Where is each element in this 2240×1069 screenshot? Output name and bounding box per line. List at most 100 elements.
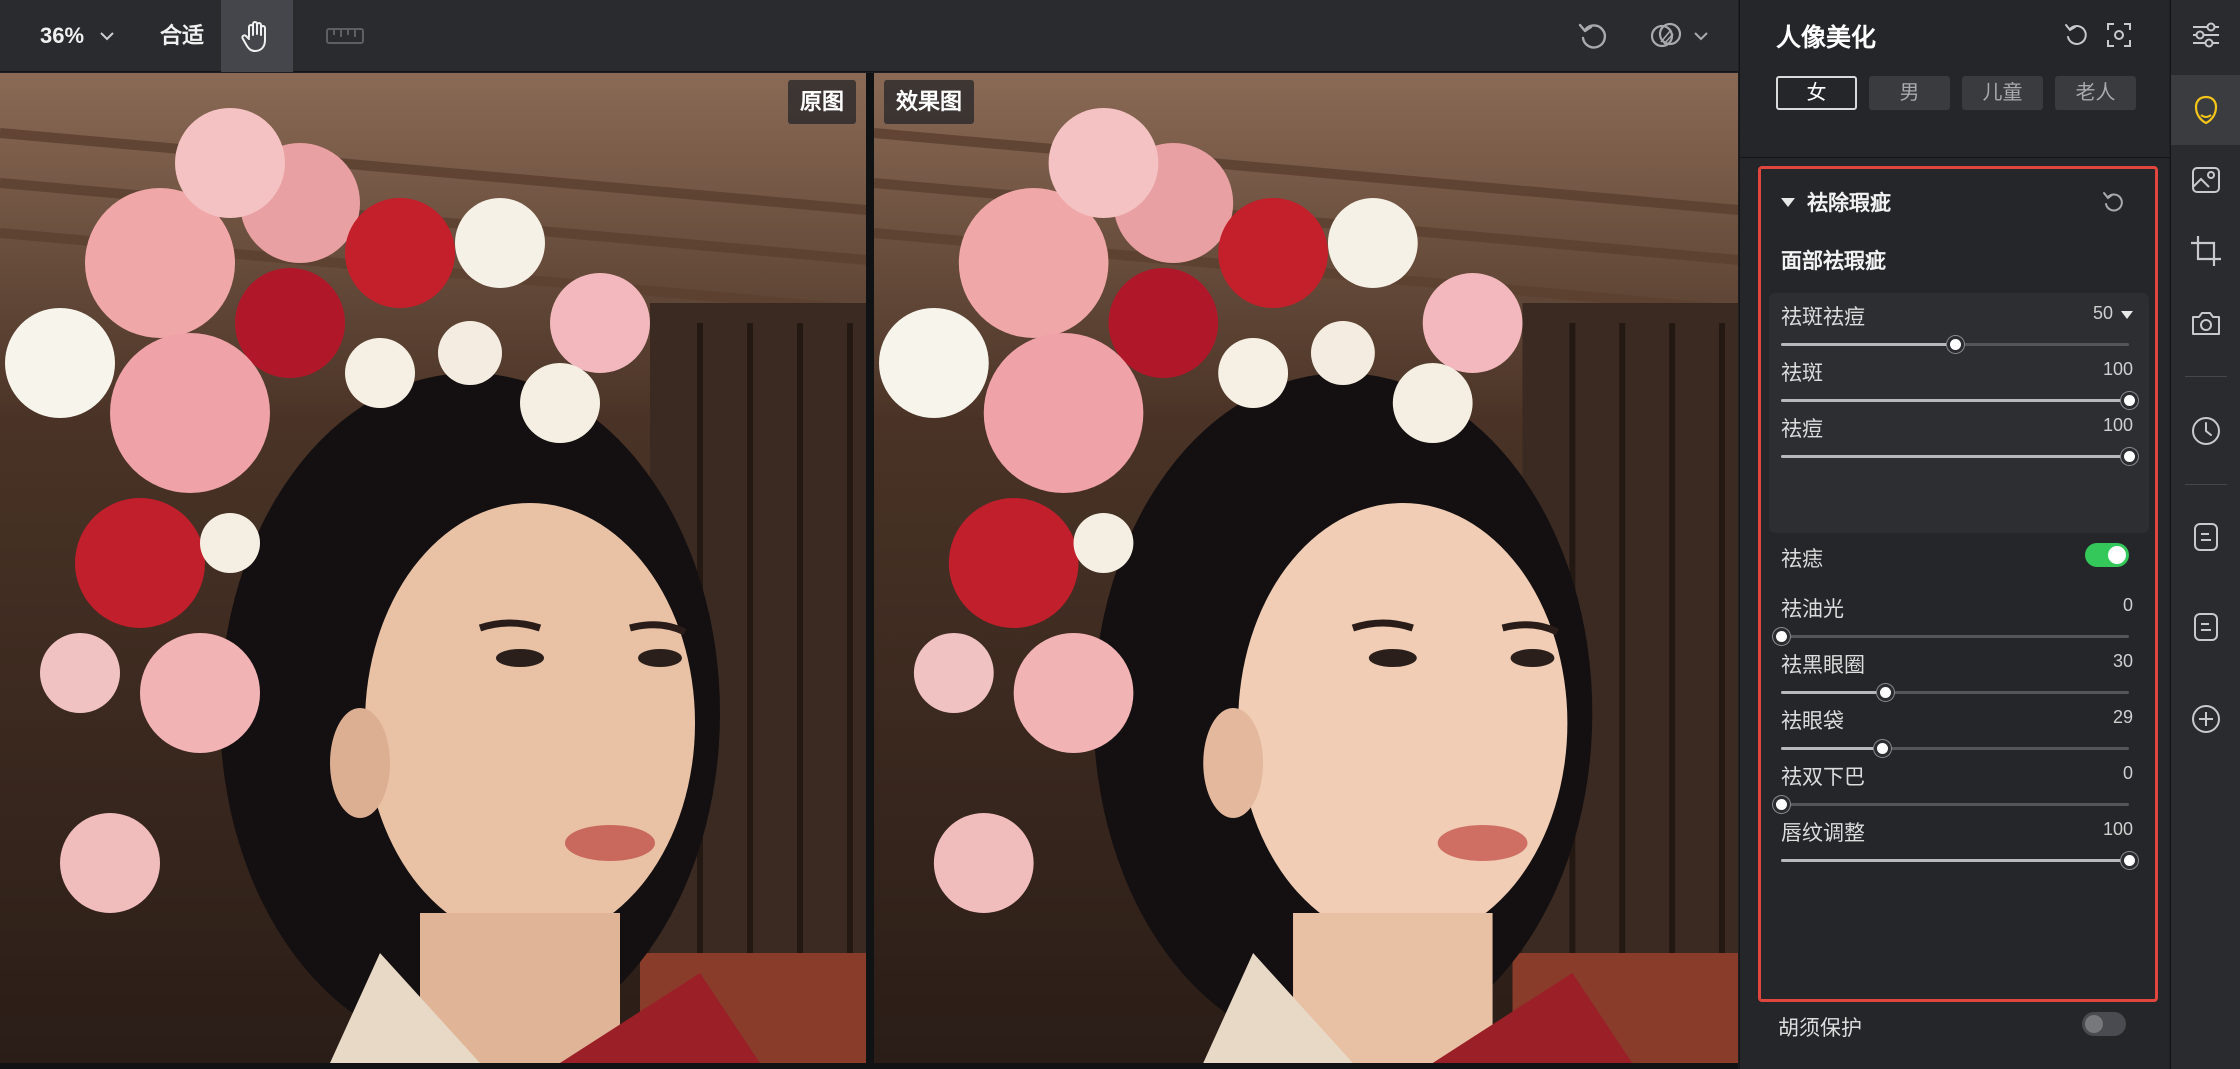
fit-button[interactable]: 合适: [160, 20, 204, 52]
tool-strip: [2170, 0, 2240, 1069]
portrait-image: [0, 73, 866, 1063]
portrait-beauty-panel: 人像美化 女男儿童 老人 祛除瑕疵 面部祛瑕疵 祛斑祛痘 50 祛斑 100 祛痘 100 祛…: [1739, 0, 2170, 1069]
slider-thumb[interactable]: [1947, 336, 1964, 353]
section-header[interactable]: 祛除瑕疵: [1781, 187, 1891, 217]
slider-thumb[interactable]: [1877, 684, 1895, 701]
slider-value: 0: [2122, 763, 2133, 783]
undo-icon: [1578, 23, 1607, 49]
toggle-knob: [2085, 1015, 2103, 1033]
slider-label: 祛双下巴: [1781, 766, 1865, 789]
result-label: 效果图: [884, 80, 975, 124]
slider-fill: [1781, 859, 2129, 862]
slider-value: 100: [2102, 415, 2133, 435]
collapse-triangle-icon: [1781, 197, 1795, 207]
preset-list-icon-2: [2194, 613, 2218, 641]
hand-tool-button[interactable]: [221, 0, 293, 72]
slider-fill: [1781, 747, 1882, 750]
slider-thumb[interactable]: [2121, 852, 2138, 869]
sliders-icon: [2193, 22, 2219, 48]
preset-tool-button[interactable]: [2171, 502, 2240, 572]
reset-icon[interactable]: [2101, 189, 2127, 215]
slider-track[interactable]: [1781, 448, 2138, 465]
portrait-beauty-icon: [2194, 95, 2218, 125]
slider-label: 祛油光: [1781, 598, 1844, 621]
gender-tabs: 女男儿童 老人: [1776, 76, 2136, 110]
image-adjust-icon: [2192, 167, 2220, 193]
crop-tool-button[interactable]: [2171, 216, 2240, 286]
chevron-down-icon: [100, 32, 114, 41]
panel-header: 人像美化 女男儿童 老人: [1740, 0, 2170, 158]
subsection-title: 面部祛瑕疵: [1781, 250, 1886, 273]
portrait-beauty-tool-button[interactable]: [2171, 75, 2240, 145]
beard-protect-toggle[interactable]: [2082, 1012, 2126, 1036]
divider: [2185, 484, 2227, 485]
camera-icon: [2192, 312, 2220, 335]
slider-value: 100: [2102, 359, 2133, 379]
slider-thumb[interactable]: [1773, 628, 1790, 645]
hand-icon: [241, 21, 266, 52]
gender-tab[interactable]: 儿童: [1962, 76, 2043, 110]
mole-removal-row: 祛痣: [1781, 539, 2141, 573]
slider-value: 30: [2112, 651, 2133, 671]
image-adjust-tool-button[interactable]: [2171, 145, 2240, 215]
slider-value: 0: [2122, 595, 2133, 615]
ruler-button[interactable]: [322, 18, 368, 54]
chevron-down-icon: [1694, 32, 1708, 41]
slider-row: 祛眼袋 29: [1781, 705, 2141, 761]
slider-track[interactable]: [1781, 336, 2129, 353]
slider-value: 29: [2112, 707, 2133, 727]
beard-protect-label: 胡须保护: [1778, 1017, 1862, 1040]
adjust-tool-button[interactable]: [2171, 0, 2240, 70]
portrait-image: [874, 73, 1738, 1063]
slider-track[interactable]: [1781, 740, 2129, 757]
slider-row: 祛斑 100: [1781, 357, 2141, 413]
slider-thumb[interactable]: [2121, 392, 2138, 409]
slider-thumb[interactable]: [1873, 740, 1891, 757]
slider-track[interactable]: [1781, 852, 2138, 869]
slider-thumb[interactable]: [2121, 448, 2138, 465]
reset-button[interactable]: [1574, 16, 1614, 56]
slider-track[interactable]: [1773, 628, 2129, 645]
slider-track[interactable]: [1781, 392, 2138, 409]
add-tool-button[interactable]: [2171, 684, 2240, 754]
slider-value: 100: [2102, 819, 2133, 839]
add-icon: [2192, 705, 2220, 733]
slider-fill: [1781, 455, 2129, 458]
ruler-icon: [326, 28, 364, 44]
slider-fill: [1781, 691, 1886, 694]
beard-protect-row: 胡须保护: [1778, 1008, 2138, 1042]
slider-label: 唇纹调整: [1781, 822, 1865, 845]
face-detect-icon[interactable]: [2104, 20, 2134, 50]
slider-track[interactable]: [1781, 684, 2129, 701]
history-icon: [2192, 417, 2220, 445]
slider-row: 祛黑眼圈 30: [1781, 649, 2141, 705]
slider-fill: [1781, 343, 1955, 346]
zoom-dropdown[interactable]: 36%: [40, 20, 116, 52]
preset-list-icon: [2194, 523, 2218, 551]
compare-mode-dropdown[interactable]: [1648, 16, 1716, 56]
original-label: 原图: [787, 80, 856, 124]
gender-tab[interactable]: 女: [1776, 76, 1857, 110]
reset-icon[interactable]: [2062, 20, 2092, 50]
slider-row: 祛斑祛痘 50: [1781, 301, 2141, 357]
history-tool-button[interactable]: [2171, 396, 2240, 466]
camera-tool-button[interactable]: [2171, 288, 2240, 358]
zoom-value: 36%: [40, 23, 85, 48]
panel-title: 人像美化: [1776, 24, 1877, 52]
top-toolbar: 36% 合适: [0, 0, 1738, 72]
mole-removal-label: 祛痣: [1781, 548, 1823, 571]
slider-value: 50: [2092, 303, 2113, 323]
result-photo[interactable]: 效果图: [874, 73, 1738, 1063]
gender-tab[interactable]: 男: [1869, 76, 1950, 110]
original-photo[interactable]: 原图: [0, 73, 866, 1063]
mole-removal-toggle[interactable]: [2085, 543, 2129, 567]
preset-tool-button-2[interactable]: [2171, 592, 2240, 662]
divider: [2185, 376, 2227, 377]
slider-thumb[interactable]: [1773, 796, 1790, 813]
image-canvas[interactable]: 原图 效果图: [0, 73, 1738, 1069]
compare-icon: [1650, 22, 1682, 48]
slider-track[interactable]: [1773, 796, 2129, 813]
gender-tab[interactable]: 老人: [2055, 76, 2136, 110]
slider-row: 祛痘 100: [1781, 413, 2141, 469]
dropdown-arrow-icon[interactable]: [2121, 311, 2133, 319]
